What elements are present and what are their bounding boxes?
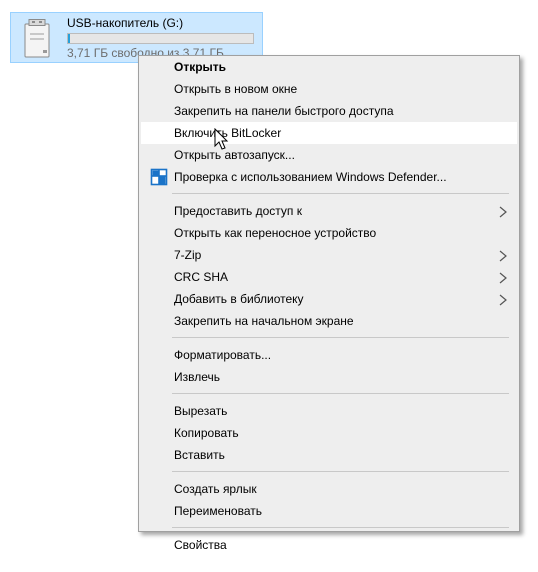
menu-item-bitlocker[interactable]: Включить BitLocker: [141, 122, 517, 144]
menu-separator: [172, 193, 509, 194]
menu-item-portable-device[interactable]: Открыть как переносное устройство: [141, 222, 517, 244]
menu-item-label: Переименовать: [174, 504, 262, 518]
menu-item-label: Копировать: [174, 426, 239, 440]
menu-item-label: Извлечь: [174, 370, 221, 384]
menu-item-label: Предоставить доступ к: [174, 204, 302, 218]
drive-usage-fill: [68, 34, 70, 43]
menu-item-label: Открыть автозапуск...: [174, 148, 295, 162]
menu-item-label: Добавить в библиотеку: [174, 292, 304, 306]
menu-separator: [172, 393, 509, 394]
menu-item-create-shortcut[interactable]: Создать ярлык: [141, 478, 517, 500]
chevron-right-icon: [498, 205, 508, 218]
menu-item-label: CRC SHA: [174, 270, 229, 284]
menu-item-label: Открыть: [174, 60, 227, 74]
menu-item-label: Свойства: [174, 538, 227, 552]
menu-item-format[interactable]: Форматировать...: [141, 344, 517, 366]
menu-item-label: Открыть как переносное устройство: [174, 226, 377, 240]
menu-item-label: 7-Zip: [174, 248, 202, 262]
menu-item-pin-start[interactable]: Закрепить на начальном экране: [141, 310, 517, 332]
mouse-pointer-icon: [214, 127, 230, 152]
menu-separator: [172, 471, 509, 472]
chevron-right-icon: [498, 271, 508, 284]
chevron-right-icon: [498, 249, 508, 262]
menu-item-properties[interactable]: Свойства: [141, 534, 517, 556]
menu-item-label: Создать ярлык: [174, 482, 257, 496]
menu-item-pin-quick-access[interactable]: Закрепить на панели быстрого доступа: [141, 100, 517, 122]
menu-item-open-new-window[interactable]: Открыть в новом окне: [141, 78, 517, 100]
menu-item-paste[interactable]: Вставить: [141, 444, 517, 466]
menu-item-eject[interactable]: Извлечь: [141, 366, 517, 388]
menu-item-label: Вставить: [174, 448, 225, 462]
menu-item-copy[interactable]: Копировать: [141, 422, 517, 444]
menu-item-rename[interactable]: Переименовать: [141, 500, 517, 522]
windows-defender-icon: [150, 168, 168, 186]
drive-usage-bar: [67, 33, 254, 44]
menu-item-crc-sha[interactable]: CRC SHA: [141, 266, 517, 288]
menu-item-share[interactable]: Предоставить доступ к: [141, 200, 517, 222]
usb-drive-icon: [21, 19, 59, 59]
menu-item-open[interactable]: Открыть: [141, 56, 517, 78]
menu-item-label: Форматировать...: [174, 348, 272, 362]
menu-item-defender[interactable]: Проверка с использованием Windows Defend…: [141, 166, 517, 188]
context-menu: Открыть Открыть в новом окне Закрепить на …: [138, 55, 520, 552]
menu-separator: [172, 527, 509, 528]
menu-separator: [172, 337, 509, 338]
menu-item-7zip[interactable]: 7-Zip: [141, 244, 517, 266]
menu-item-label: Проверка с использованием Windows Defend…: [174, 170, 447, 184]
menu-item-label: Открыть в новом окне: [174, 82, 298, 96]
menu-item-label: Закрепить на начальном экране: [174, 314, 354, 328]
menu-item-add-library[interactable]: Добавить в библиотеку: [141, 288, 517, 310]
menu-item-autoplay[interactable]: Открыть автозапуск...: [141, 144, 517, 166]
menu-item-cut[interactable]: Вырезать: [141, 400, 517, 422]
chevron-right-icon: [498, 293, 508, 306]
menu-item-label: Вырезать: [174, 404, 228, 418]
menu-item-label: Закрепить на панели быстрого доступа: [174, 104, 394, 118]
drive-title: USB-накопитель (G:): [67, 16, 184, 30]
